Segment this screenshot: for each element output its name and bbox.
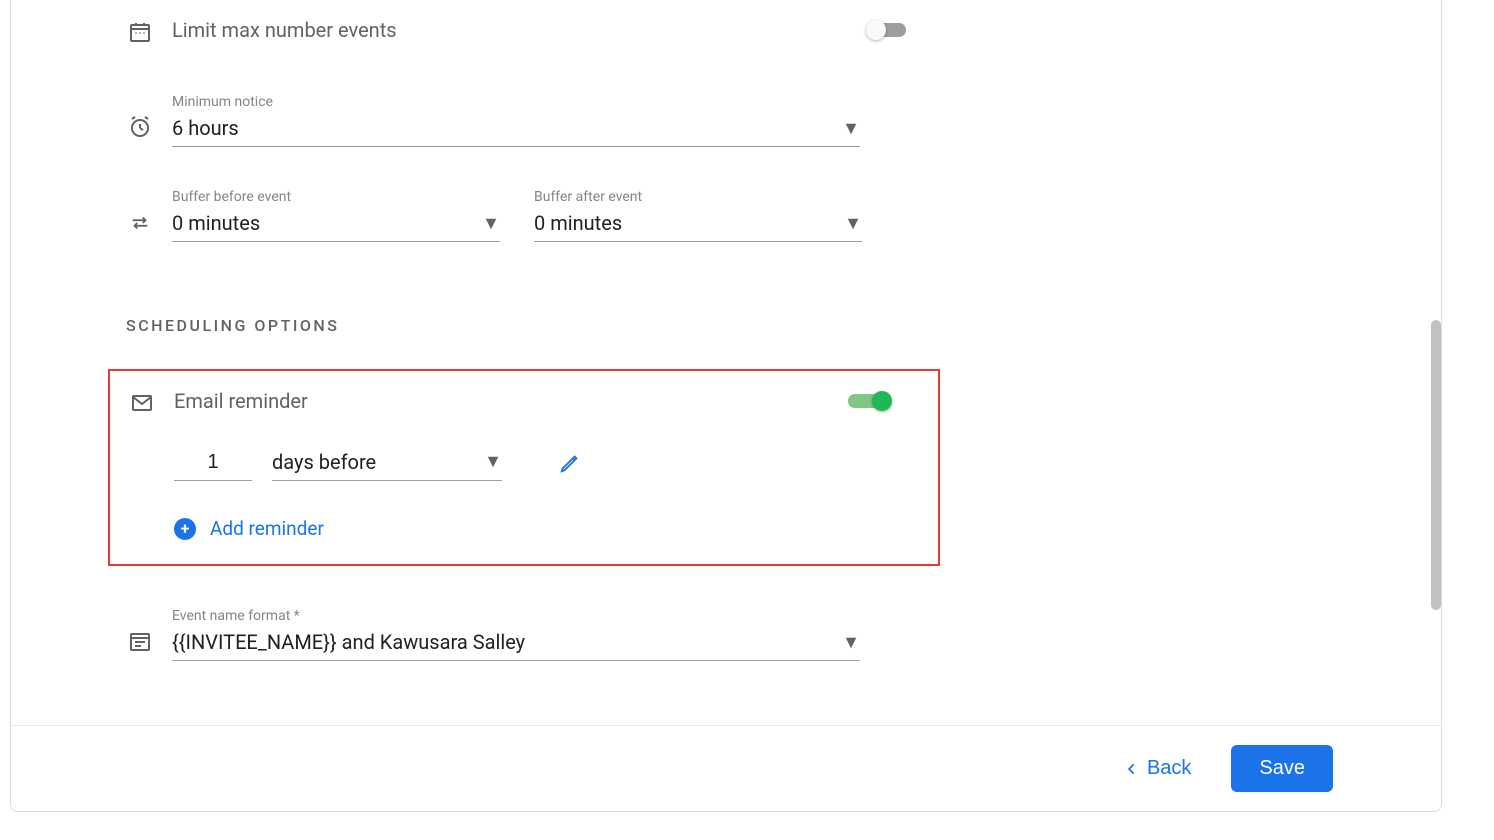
edit-reminder-button[interactable] <box>552 445 588 481</box>
limit-max-events-toggle[interactable] <box>866 20 912 40</box>
caret-down-icon: ▼ <box>842 118 860 139</box>
buffer-after-select[interactable]: 0 minutes ▼ <box>534 207 862 242</box>
event-icon <box>126 629 154 661</box>
limit-max-events-row: Limit max number events <box>126 18 1441 44</box>
scroll-area: Limit max number events <box>11 0 1441 725</box>
add-reminder-button[interactable]: + Add reminder <box>128 517 920 540</box>
caret-down-icon: ▼ <box>482 213 500 234</box>
pencil-icon <box>559 452 581 474</box>
event-name-format-select[interactable]: {{INVITEE_NAME}} and Kawusara Salley ▼ <box>172 626 860 661</box>
reminder-config-row: days before ▼ <box>128 445 920 481</box>
back-label: Back <box>1147 757 1191 780</box>
reminder-amount-input[interactable] <box>174 445 252 481</box>
calendar-icon <box>126 18 154 44</box>
event-name-format-value: {{INVITEE_NAME}} and Kawusara Salley <box>172 630 525 654</box>
add-reminder-label: Add reminder <box>210 517 324 540</box>
swap-icon <box>126 212 154 242</box>
event-name-format-label: Event name format * <box>172 608 860 624</box>
plus-circle-icon: + <box>174 518 196 540</box>
save-button[interactable]: Save <box>1231 745 1333 792</box>
buffer-before-value: 0 minutes <box>172 211 260 235</box>
buffer-before-label: Buffer before event <box>172 189 500 205</box>
limit-max-events-label: Limit max number events <box>172 18 397 42</box>
minimum-notice-value: 6 hours <box>172 116 239 140</box>
email-reminder-toggle[interactable] <box>848 391 894 411</box>
scheduling-options-heading: SCHEDULING OPTIONS <box>126 316 1441 335</box>
chevron-left-icon <box>1125 762 1139 776</box>
email-reminder-highlight: Email reminder days before ▼ <box>108 369 940 566</box>
caret-down-icon: ▼ <box>842 632 860 653</box>
caret-down-icon: ▼ <box>484 451 502 472</box>
minimum-notice-label: Minimum notice <box>172 94 860 110</box>
settings-panel: Limit max number events <box>10 0 1442 812</box>
reminder-unit-select[interactable]: days before ▼ <box>272 446 502 481</box>
buffer-after-label: Buffer after event <box>534 189 862 205</box>
buffer-after-value: 0 minutes <box>534 211 622 235</box>
caret-down-icon: ▼ <box>844 213 862 234</box>
scrollbar-thumb[interactable] <box>1431 320 1441 610</box>
minimum-notice-select[interactable]: 6 hours ▼ <box>172 112 860 147</box>
reminder-unit-value: days before <box>272 450 376 474</box>
mail-icon <box>128 389 156 415</box>
alarm-icon <box>126 115 154 147</box>
buffer-before-select[interactable]: 0 minutes ▼ <box>172 207 500 242</box>
footer-bar: Back Save <box>11 725 1441 811</box>
email-reminder-label: Email reminder <box>174 389 308 413</box>
back-button[interactable]: Back <box>1125 757 1191 780</box>
